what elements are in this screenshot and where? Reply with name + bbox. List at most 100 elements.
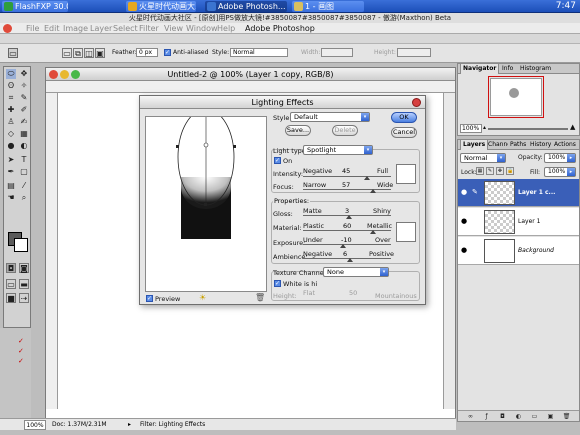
material-slider-thumb[interactable] [370,230,377,234]
dialog-close-icon[interactable] [412,98,421,107]
lock-position-icon[interactable]: ✥ [496,167,504,175]
close-window-icon[interactable] [3,24,12,33]
menu-edit[interactable]: Edit [44,23,60,34]
eyedropper-icon[interactable]: ⁄ [19,181,29,191]
layer-row[interactable]: ● Background [458,237,579,265]
vertical-scrollbar[interactable] [443,93,455,409]
light-type-select[interactable]: Spotlight ▾ [303,145,373,155]
ambient-color-swatch[interactable] [396,222,416,242]
jump-to-imageready-icon[interactable]: ⇢ [19,293,29,303]
opacity-input[interactable]: 100% ▸ [544,153,576,163]
taskbar-item-paint[interactable]: 1 - 画图 [292,1,364,12]
navigator-zoom-input[interactable]: 100% [460,124,482,133]
ok-button[interactable]: OK [391,112,417,123]
link-layers-icon[interactable]: ∞ [466,412,475,421]
tab-history[interactable]: History [528,140,552,150]
eraser-tool-icon[interactable]: ◇ [6,129,16,139]
light-preview[interactable] [145,108,267,292]
menu-help[interactable]: Help [217,23,235,34]
menu-image[interactable]: Image [63,23,88,34]
move-tool-icon[interactable]: ✥ [19,69,29,79]
eye-icon[interactable]: ● [461,246,467,254]
antialiased-checkbox[interactable]: ✓ [164,49,171,56]
new-group-icon[interactable]: ▭ [530,412,539,421]
cancel-button[interactable]: Cancel [391,127,417,138]
quick-mask-icon[interactable]: ◙ [19,263,29,273]
texture-channel-select[interactable]: None ▾ [323,267,389,277]
add-selection-icon[interactable]: ⧉ [73,48,83,58]
layer-row[interactable]: ● ✎ Layer 1 c... [458,179,579,207]
hand-tool-icon[interactable]: ☚ [6,193,16,203]
intensity-slider-thumb[interactable] [364,176,371,180]
layer-row[interactable]: ● Layer 1 [458,208,579,236]
background-color-swatch[interactable] [14,238,28,252]
zoom-tool-icon[interactable]: ⌕ [19,193,29,203]
preview-checkbox[interactable]: ✓ [146,295,153,302]
tab-channels[interactable]: Channels [486,140,508,150]
taskbar-item-photoshop[interactable]: Adobe Photosh... [205,1,287,12]
menu-window[interactable]: Window [186,23,218,34]
history-brush-icon[interactable]: ✍ [19,117,29,127]
blend-mode-select[interactable]: Normal ▾ [460,153,506,163]
eye-icon[interactable]: ● [461,188,467,196]
new-layer-icon[interactable]: ▣ [546,412,555,421]
taskbar-item-flashfxp[interactable]: FlashFXP 30.00... [2,1,68,12]
gradient-tool-icon[interactable]: ▦ [19,129,29,139]
shape-tool-icon[interactable]: ▢ [19,167,29,177]
magic-wand-icon[interactable]: ✧ [19,81,29,91]
gloss-slider-thumb[interactable] [345,215,352,219]
tab-info[interactable]: Info [500,64,515,74]
layer-mask-icon[interactable]: ◘ [498,412,507,421]
brush-tool-icon[interactable]: ✐ [19,105,29,115]
lock-pixels-icon[interactable]: ✎ [486,167,494,175]
focus-slider-thumb[interactable] [369,189,376,193]
menu-layer[interactable]: Layer [90,23,112,34]
tab-navigator[interactable]: Navigator [460,64,500,74]
status-zoom[interactable]: 100% [24,420,46,430]
clone-stamp-icon[interactable]: ♙ [6,117,16,127]
subtract-selection-icon[interactable]: ◫ [84,48,94,58]
tab-paths[interactable]: Paths [508,140,530,150]
taskbar-item-browser[interactable]: 火星时代动画大... [126,1,196,12]
screen-mode-black-icon[interactable]: ■ [6,293,16,303]
layer-style-icon[interactable]: ƒ [482,412,491,421]
marquee-tool-preset-icon[interactable]: ▭ [8,48,18,58]
menu-filter[interactable]: Filter [139,23,159,34]
menu-file[interactable]: File [26,23,39,34]
adjustment-layer-icon[interactable]: ◐ [514,412,523,421]
style-select[interactable]: Default ▾ [290,112,370,122]
marquee-tool-icon[interactable]: ⬭ [6,69,16,79]
tab-layers[interactable]: Layers [460,140,489,150]
navigator-view-frame[interactable] [488,76,544,118]
navigator-zoom-slider[interactable] [488,128,568,130]
white-is-high-checkbox[interactable]: ✓ [274,280,281,287]
crop-tool-icon[interactable]: ⌗ [6,93,16,103]
eye-icon[interactable]: ● [461,217,467,225]
light-preview-canvas[interactable] [146,108,266,291]
status-arrow-icon[interactable]: ▸ [128,420,131,430]
blur-tool-icon[interactable]: ● [6,141,16,151]
pen-tool-icon[interactable]: ✒ [6,167,16,177]
fill-input[interactable]: 100% ▸ [544,167,576,177]
path-selection-icon[interactable]: ➤ [6,155,16,165]
light-on-checkbox[interactable]: ✓ [274,157,281,164]
intersect-selection-icon[interactable]: ▣ [95,48,105,58]
doc-close-icon[interactable] [49,70,58,79]
new-selection-icon[interactable]: ▭ [62,48,72,58]
trash-icon[interactable]: 🗑 [255,293,265,302]
zoom-in-icon[interactable]: ▲ [570,123,575,131]
exposure-slider-thumb[interactable] [339,244,346,248]
tab-histogram[interactable]: Histogram [518,64,553,74]
healing-brush-icon[interactable]: ✚ [6,105,16,115]
doc-zoom-icon[interactable] [71,70,80,79]
light-color-swatch[interactable] [396,164,416,184]
lock-transparency-icon[interactable]: ▦ [476,167,484,175]
delete-button[interactable]: Delete [332,125,358,136]
standard-mode-icon[interactable]: ◘ [6,263,16,273]
menu-select[interactable]: Select [113,23,138,34]
material-slider-track[interactable] [303,230,391,231]
width-input[interactable] [321,48,353,57]
feather-input[interactable]: 0 px [136,48,158,57]
menu-view[interactable]: View [164,23,183,34]
delete-layer-icon[interactable]: 🗑 [562,412,571,421]
